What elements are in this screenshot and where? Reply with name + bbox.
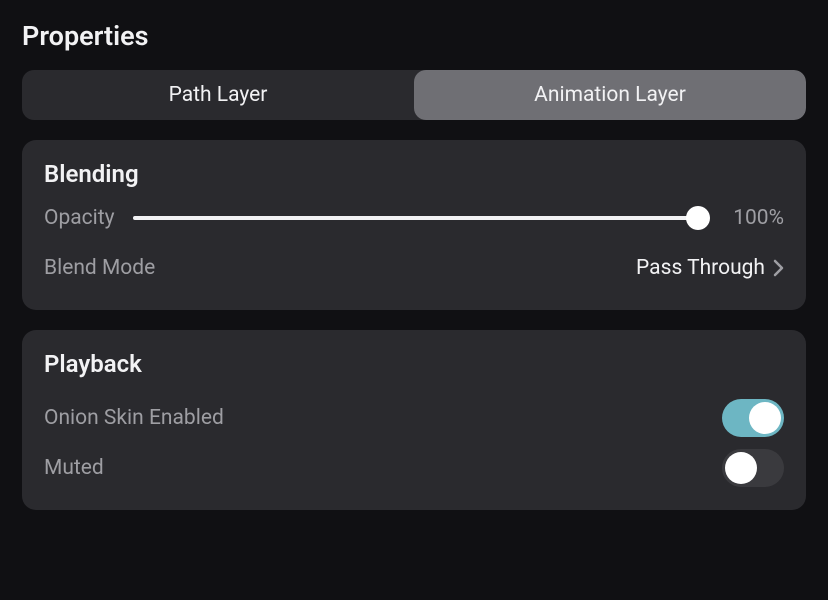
muted-toggle[interactable] xyxy=(722,449,784,487)
muted-label: Muted xyxy=(44,456,104,480)
opacity-row: Opacity 100% xyxy=(44,206,784,230)
opacity-label: Opacity xyxy=(44,206,115,230)
tab-label: Path Layer xyxy=(169,83,268,107)
opacity-slider[interactable] xyxy=(133,206,708,230)
panel-title: Properties xyxy=(22,20,806,52)
onion-skin-label: Onion Skin Enabled xyxy=(44,406,224,430)
blend-mode-value-wrap: Pass Through xyxy=(636,256,784,280)
tab-animation-layer[interactable]: Animation Layer xyxy=(414,70,806,120)
blending-section: Blending Opacity 100% Blend Mode Pass Th… xyxy=(22,140,806,310)
onion-skin-toggle[interactable] xyxy=(722,399,784,437)
slider-thumb[interactable] xyxy=(686,206,710,230)
blend-mode-value: Pass Through xyxy=(636,256,765,280)
onion-skin-row: Onion Skin Enabled xyxy=(44,396,784,440)
opacity-value: 100% xyxy=(726,206,784,230)
layer-tabs: Path Layer Animation Layer xyxy=(22,70,806,120)
toggle-thumb xyxy=(725,452,757,484)
playback-section: Playback Onion Skin Enabled Muted xyxy=(22,330,806,510)
muted-row: Muted xyxy=(44,446,784,490)
chevron-right-icon xyxy=(773,259,784,277)
toggle-thumb xyxy=(749,402,781,434)
slider-track xyxy=(133,216,708,220)
section-title: Blending xyxy=(44,160,784,188)
section-title: Playback xyxy=(44,350,784,378)
blend-mode-label: Blend Mode xyxy=(44,256,155,280)
properties-panel: Properties Path Layer Animation Layer Bl… xyxy=(0,0,828,550)
tab-label: Animation Layer xyxy=(534,83,686,107)
tab-path-layer[interactable]: Path Layer xyxy=(22,70,414,120)
blend-mode-row[interactable]: Blend Mode Pass Through xyxy=(44,246,784,290)
